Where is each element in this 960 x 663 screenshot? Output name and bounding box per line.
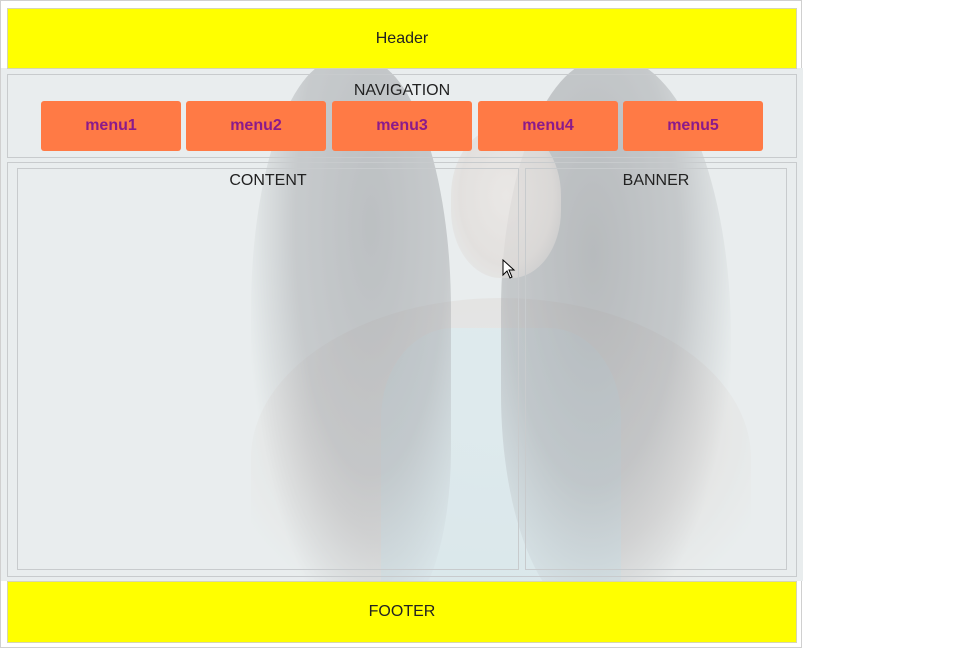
menu-item-4[interactable]: menu4 [478, 101, 618, 151]
navigation-title: NAVIGATION [353, 82, 451, 99]
menu-item-3[interactable]: menu3 [332, 101, 472, 151]
header: Header [7, 8, 797, 69]
content-title: CONTENT [229, 172, 307, 189]
menu-item-5[interactable]: menu5 [623, 101, 763, 151]
banner-column: BANNER [525, 168, 787, 570]
content-column: CONTENT [17, 168, 519, 570]
mouse-pointer-icon [502, 259, 516, 279]
menu-item-2[interactable]: menu2 [186, 101, 326, 151]
banner-title: BANNER [622, 172, 690, 189]
footer: FOOTER [7, 581, 797, 643]
menu-item-1[interactable]: menu1 [41, 101, 181, 151]
page: Header NAVIGATION menu1 menu2 menu3 menu… [0, 0, 803, 648]
